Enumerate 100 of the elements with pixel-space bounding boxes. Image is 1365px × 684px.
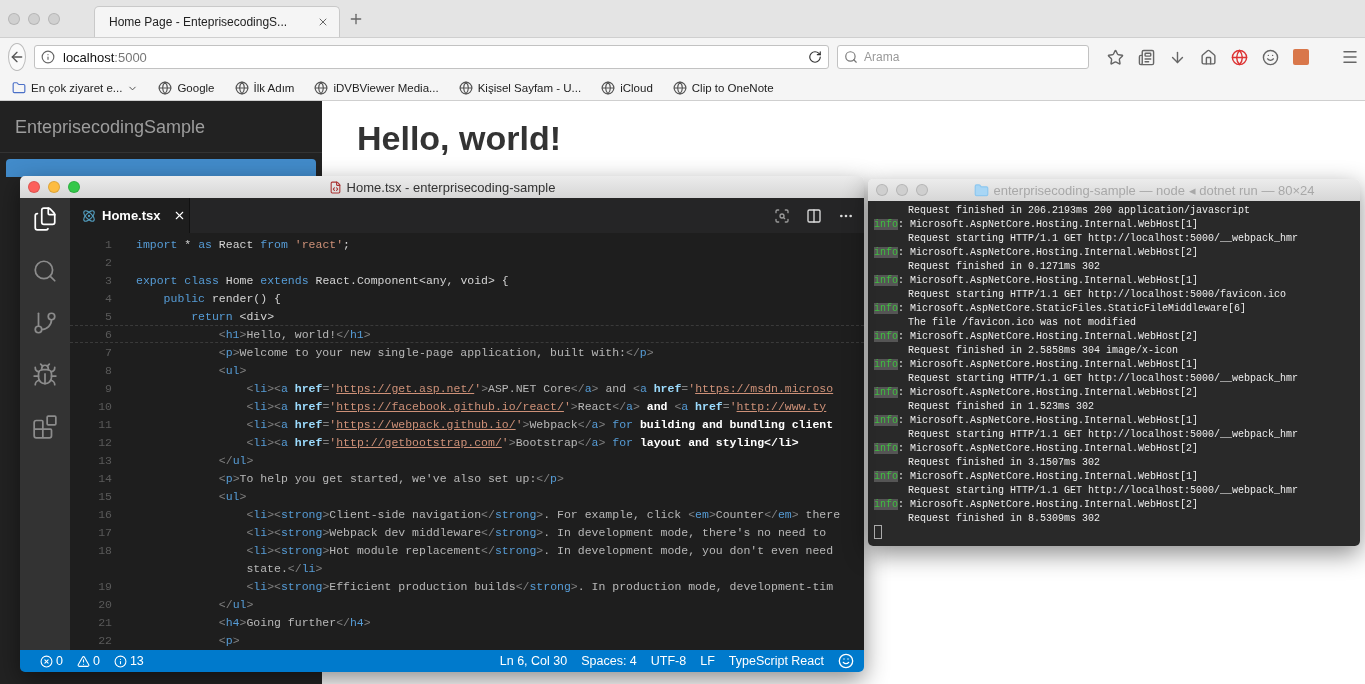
line-number: 6 bbox=[104, 327, 113, 341]
code-line: return <div> bbox=[190, 309, 275, 323]
site-brand[interactable]: EnteprisecodingSample bbox=[0, 101, 322, 153]
info-count[interactable]: 13 bbox=[113, 654, 144, 668]
code-line: <li><a href='https://webpack.github.io/'>Webpack</a> for building and bundling client bbox=[245, 417, 834, 431]
bookmark[interactable]: Google bbox=[177, 82, 215, 94]
smiley-icon[interactable] bbox=[1262, 48, 1279, 66]
log-line: info: Microsoft.AspNetCore.Hosting.Internal.WebHost[1] bbox=[874, 273, 1200, 287]
folder-icon[interactable] bbox=[12, 81, 26, 95]
atom-icon bbox=[82, 208, 96, 223]
line-number: 4 bbox=[104, 291, 113, 305]
line-number: 12 bbox=[97, 435, 113, 449]
nav-item[interactable] bbox=[6, 159, 316, 177]
bug-icon[interactable] bbox=[32, 362, 58, 388]
globe-icon[interactable] bbox=[458, 81, 473, 95]
status-item[interactable]: Ln 6, Col 30 bbox=[499, 654, 568, 668]
search-icon[interactable] bbox=[32, 258, 58, 284]
log-line: info: Microsoft.AspNetCore.StaticFiles.StaticFileMiddleware[6] bbox=[874, 301, 1248, 315]
home-icon[interactable] bbox=[1200, 48, 1217, 66]
code-line: state.</li> bbox=[245, 561, 323, 575]
line-number: 20 bbox=[97, 597, 113, 611]
warning-count[interactable]: 0 bbox=[76, 654, 100, 668]
code-line: import * as React from 'react'; bbox=[136, 237, 350, 251]
address-field[interactable]: localhost:5000 bbox=[34, 45, 829, 69]
line-number: 16 bbox=[97, 507, 113, 521]
line-number: 19 bbox=[97, 579, 113, 593]
log-line: info: Microsoft.AspNetCore.Hosting.Internal.WebHost[2] bbox=[874, 329, 1200, 343]
line-number: 2 bbox=[104, 255, 113, 269]
bookmark[interactable]: Clip to OneNote bbox=[691, 82, 774, 94]
code-line: <li><a href='https://get.asp.net/'>ASP.NET Core</a> and <a href='https://msdn.microso bbox=[245, 381, 834, 395]
code-line: </ul> bbox=[217, 597, 254, 611]
line-number: 22 bbox=[97, 633, 113, 647]
url-text: localhost:5000 bbox=[63, 49, 147, 65]
log-line: Request starting HTTP/1.1 GET http://localhost:5000/__webpack_hmr bbox=[907, 484, 1299, 496]
globe-icon[interactable] bbox=[314, 81, 329, 95]
log-line: Request starting HTTP/1.1 GET http://localhost:5000/favicon.ico bbox=[907, 288, 1287, 300]
log-line: info: Microsoft.AspNetCore.Hosting.Internal.WebHost[2] bbox=[874, 245, 1200, 259]
code-line: <li><a href='https://facebook.github.io/react/'>React</a> and <a href='http://www.ty bbox=[245, 399, 827, 413]
log-line: info: Microsoft.AspNetCore.Hosting.Internal.WebHost[1] bbox=[874, 469, 1200, 483]
back-button[interactable] bbox=[8, 43, 26, 71]
line-number: 8 bbox=[104, 363, 113, 377]
log-line: Request finished in 0.1271ms 302 bbox=[907, 260, 1101, 272]
code-line: <p> bbox=[217, 633, 240, 647]
code-line: <li><strong>Hot module replacement</strong>. In development mode, you don't even need bbox=[245, 543, 834, 557]
browser-tab[interactable]: Home Page - EnteprisecodingS... bbox=[94, 6, 340, 37]
status-item[interactable]: Spaces: 4 bbox=[581, 654, 637, 668]
search-field[interactable]: Arama bbox=[837, 45, 1089, 69]
log-line: Request starting HTTP/1.1 GET http://localhost:5000/__webpack_hmr bbox=[907, 372, 1299, 384]
menu-icon[interactable] bbox=[1341, 48, 1359, 66]
branch-icon[interactable] bbox=[32, 310, 58, 336]
status-item[interactable]: TypeScript React bbox=[728, 654, 824, 668]
log-line: Request finished in 8.5309ms 302 bbox=[907, 512, 1101, 524]
log-line: info: Microsoft.AspNetCore.Hosting.Internal.WebHost[2] bbox=[874, 385, 1200, 399]
status-item[interactable]: LF bbox=[700, 654, 715, 668]
editor-tab[interactable]: Home.tsx bbox=[70, 198, 190, 233]
bookmark[interactable]: En çok ziyaret e... bbox=[31, 82, 123, 94]
globe-icon[interactable] bbox=[672, 81, 687, 95]
code-line: </ul> bbox=[217, 453, 254, 467]
bookmark[interactable]: iDVBViewer Media... bbox=[333, 82, 439, 94]
page-heading: Hello, world! bbox=[357, 119, 562, 158]
globe-icon[interactable] bbox=[1231, 48, 1248, 66]
log-line: Request finished in 2.5858ms 304 image/x-icon bbox=[907, 344, 1179, 356]
code-line: <h1>Hello, world!</h1> bbox=[217, 327, 371, 341]
code-line: <ul> bbox=[217, 489, 247, 503]
log-line: Request starting HTTP/1.1 GET http://localhost:5000/__webpack_hmr bbox=[907, 428, 1299, 440]
log-line: info: Microsoft.AspNetCore.Hosting.Internal.WebHost[1] bbox=[874, 357, 1200, 371]
error-count[interactable]: 0 bbox=[40, 654, 63, 668]
split-icon[interactable] bbox=[806, 207, 822, 224]
line-number: 5 bbox=[104, 309, 113, 323]
log-line: info: Microsoft.AspNetCore.Hosting.Internal.WebHost[2] bbox=[874, 497, 1200, 511]
bookmark[interactable]: Kişisel Sayfam - U... bbox=[477, 82, 582, 94]
log-line: info: Microsoft.AspNetCore.Hosting.Internal.WebHost[2] bbox=[874, 441, 1200, 455]
globe-icon[interactable] bbox=[158, 81, 173, 95]
status-item[interactable]: UTF-8 bbox=[650, 654, 687, 668]
reading-list-icon[interactable] bbox=[1138, 48, 1155, 66]
bookmark[interactable]: İlk Adım bbox=[253, 82, 295, 94]
preview-icon[interactable] bbox=[774, 207, 790, 224]
log-line: Request finished in 206.2193ms 200 application/javascript bbox=[907, 204, 1251, 216]
bookmark[interactable]: iCloud bbox=[620, 82, 653, 94]
line-number: 17 bbox=[97, 525, 113, 539]
file-icon bbox=[328, 180, 342, 194]
globe-icon[interactable] bbox=[601, 81, 616, 95]
search-icon bbox=[844, 50, 858, 64]
window-title: Home.tsx - enterprisecoding-sample bbox=[346, 179, 556, 195]
reload-icon[interactable] bbox=[808, 50, 822, 64]
files-icon[interactable] bbox=[32, 206, 58, 232]
terminal-cursor bbox=[874, 525, 882, 539]
globe-icon[interactable] bbox=[234, 81, 249, 95]
code-line: <p>Welcome to your new single-page application, built with:</p> bbox=[217, 345, 654, 359]
info-icon[interactable] bbox=[41, 50, 55, 64]
blocks-icon[interactable] bbox=[32, 414, 58, 440]
folder-icon bbox=[973, 182, 989, 198]
log-line: Request finished in 3.1507ms 302 bbox=[907, 456, 1101, 468]
star-icon[interactable] bbox=[1107, 48, 1124, 66]
code-line: export class Home extends React.Component<any, void> { bbox=[136, 273, 509, 287]
line-number: 18 bbox=[97, 543, 113, 557]
log-line: Request starting HTTP/1.1 GET http://localhost:5000/__webpack_hmr bbox=[907, 232, 1299, 244]
code-line: <li><strong>Client-side navigation</strong>. For example, click <em>Counter</em> there bbox=[245, 507, 841, 521]
line-number: 3 bbox=[104, 273, 113, 287]
close-light[interactable] bbox=[28, 181, 40, 193]
